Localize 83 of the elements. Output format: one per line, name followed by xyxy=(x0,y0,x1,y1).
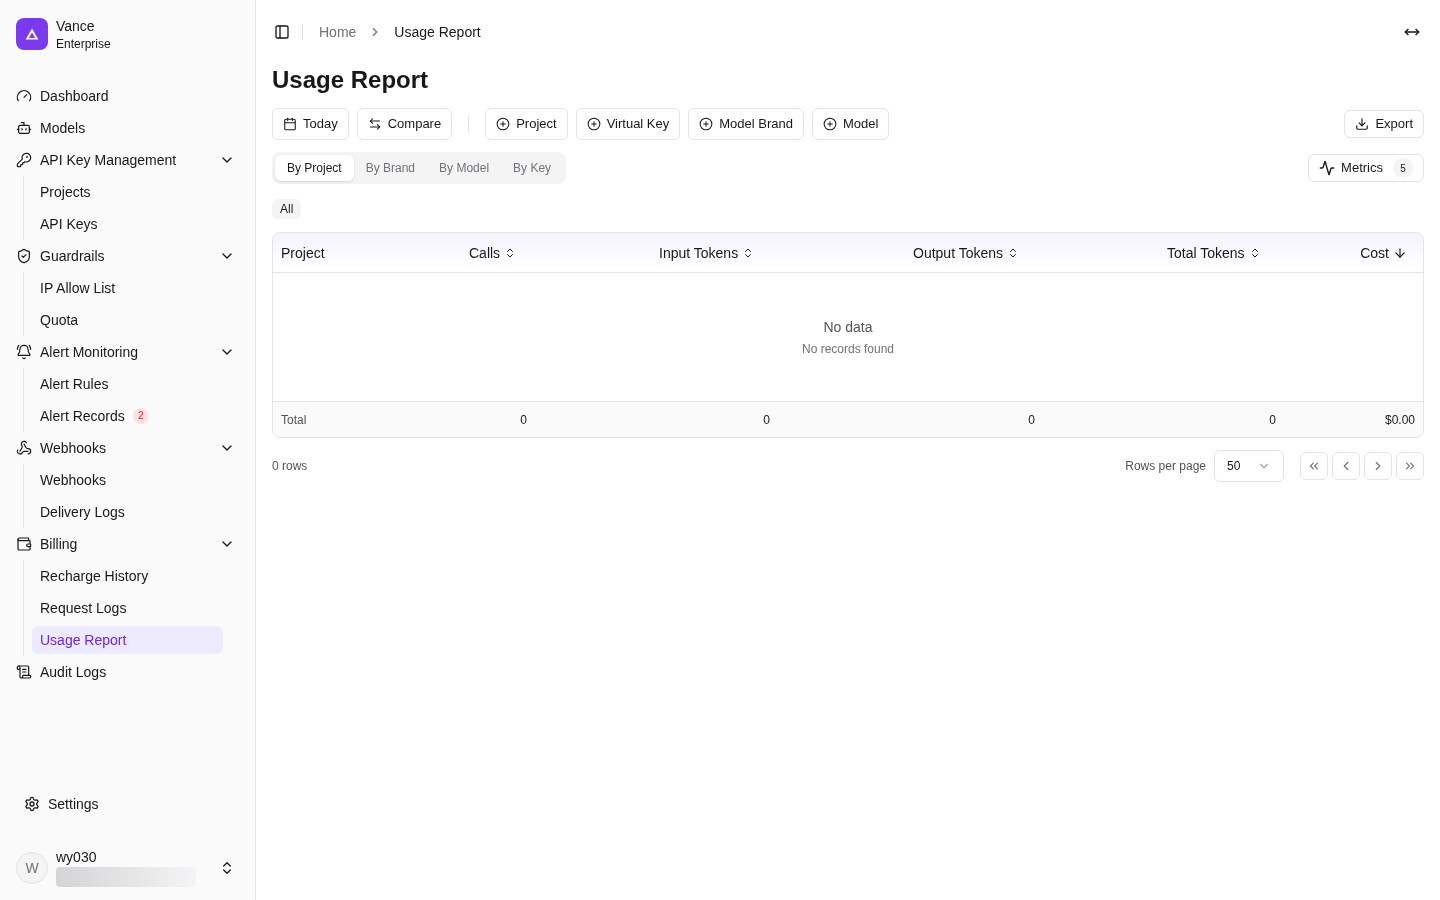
nav-item[interactable]: Audit Logs xyxy=(8,656,247,688)
view-tab[interactable]: By Project xyxy=(275,155,354,181)
filter-button[interactable]: Virtual Key xyxy=(575,108,681,140)
column-header[interactable]: Project xyxy=(281,242,469,263)
plus-circle-icon xyxy=(496,117,511,131)
empty-state-text: No records found xyxy=(801,341,895,357)
view-tab[interactable]: By Key xyxy=(501,155,564,181)
avatar: W xyxy=(16,852,48,884)
row-count: 0 rows xyxy=(272,458,308,474)
nav-subitem[interactable]: IP Allow List xyxy=(32,274,223,302)
export-button[interactable]: Export xyxy=(1344,110,1424,138)
scroll-icon xyxy=(16,664,32,680)
filter-chip[interactable]: All xyxy=(272,199,302,219)
rows-per-page-select[interactable]: 50 xyxy=(1214,450,1284,482)
empty-state-title: No data xyxy=(823,318,873,337)
shield-icon xyxy=(16,248,32,264)
nav-subitem[interactable]: Projects xyxy=(32,178,223,206)
sort-descending-icon xyxy=(1393,245,1407,260)
rows-per-page-label: Rows per page xyxy=(1125,458,1206,474)
first-page-button[interactable] xyxy=(1300,452,1328,480)
column-header[interactable]: Calls xyxy=(469,242,659,263)
webhook-icon xyxy=(16,440,32,456)
total-cell-text: 0 xyxy=(1027,411,1035,428)
nav-subitem[interactable]: Delivery Logs xyxy=(32,498,223,526)
column-header[interactable]: Total Tokens xyxy=(1167,242,1359,263)
calendar-icon xyxy=(283,117,297,131)
filter-button[interactable]: Compare xyxy=(356,108,453,140)
nav-item[interactable]: Alert Monitoring xyxy=(8,336,247,368)
robot-icon xyxy=(16,120,32,136)
last-page-button[interactable] xyxy=(1396,452,1424,480)
plus-circle-icon xyxy=(699,117,714,131)
nav-subitem[interactable]: Webhooks xyxy=(32,466,223,494)
settings-icon xyxy=(24,796,40,812)
nav-item[interactable]: Billing xyxy=(8,528,247,560)
column-header[interactable]: Cost xyxy=(1359,242,1415,263)
gauge-icon xyxy=(16,88,32,104)
swap-arrows-icon xyxy=(367,117,382,131)
key-icon xyxy=(16,152,32,168)
nav-item[interactable]: Dashboard xyxy=(8,80,247,112)
nav-item[interactable]: Models xyxy=(8,112,247,144)
breadcrumb-current: Usage Report xyxy=(394,23,481,42)
breadcrumb-link[interactable]: Home xyxy=(319,22,357,42)
total-cell-text: 0 xyxy=(762,411,770,428)
nav-subitem[interactable]: Quota xyxy=(32,306,223,334)
filter-button[interactable]: Project xyxy=(485,108,568,140)
column-header[interactable]: Output Tokens xyxy=(913,242,1167,263)
total-cell-text: Total xyxy=(281,411,308,428)
plus-circle-icon xyxy=(586,117,601,131)
nav-subitem[interactable]: API Keys xyxy=(32,210,223,238)
total-cell-text: $0.00 xyxy=(1383,411,1415,428)
bell-icon xyxy=(16,344,32,360)
column-header[interactable]: Input Tokens xyxy=(659,242,913,263)
nav-subitem[interactable]: Usage Report xyxy=(32,626,223,654)
nav-item[interactable]: API Key Management xyxy=(8,144,247,176)
filter-button[interactable]: Today xyxy=(272,108,349,140)
settings-link[interactable]: Settings xyxy=(8,788,247,820)
filter-button[interactable]: Model xyxy=(812,108,890,140)
page-title: Usage Report xyxy=(272,65,430,95)
double-chevron-right-icon xyxy=(1403,459,1417,473)
user-name: wy030 xyxy=(56,849,98,867)
total-cell-text: 0 xyxy=(519,411,527,428)
nav-subitem[interactable]: Request Logs xyxy=(32,594,223,622)
count-badge: 5 xyxy=(1393,158,1413,178)
activity-icon xyxy=(1319,160,1336,176)
nav-subitem[interactable]: Recharge History xyxy=(32,562,223,590)
brand-name: Vance xyxy=(56,17,96,36)
download-icon xyxy=(1355,117,1370,131)
view-tab[interactable]: By Brand xyxy=(353,155,428,181)
plus-circle-icon xyxy=(823,117,837,131)
logo-icon xyxy=(16,18,48,50)
nav-subitem[interactable]: Alert Records 2 xyxy=(32,402,223,430)
double-chevron-left-icon xyxy=(1307,459,1321,473)
filter-button[interactable]: Model Brand xyxy=(688,108,804,140)
sidebar-toggle-icon[interactable] xyxy=(274,24,290,40)
wallet-icon xyxy=(16,536,32,552)
total-cell-text: 0 xyxy=(1268,411,1276,428)
brand-plan: Enterprise xyxy=(56,36,111,52)
nav-item[interactable]: Guardrails xyxy=(8,240,247,272)
nav-item[interactable]: Webhooks xyxy=(8,432,247,464)
metrics-button[interactable]: Metrics 5 xyxy=(1308,154,1424,182)
view-tab[interactable]: By Model xyxy=(427,155,502,181)
count-badge: 2 xyxy=(132,408,149,424)
nav-subitem[interactable]: Alert Rules xyxy=(32,370,223,398)
